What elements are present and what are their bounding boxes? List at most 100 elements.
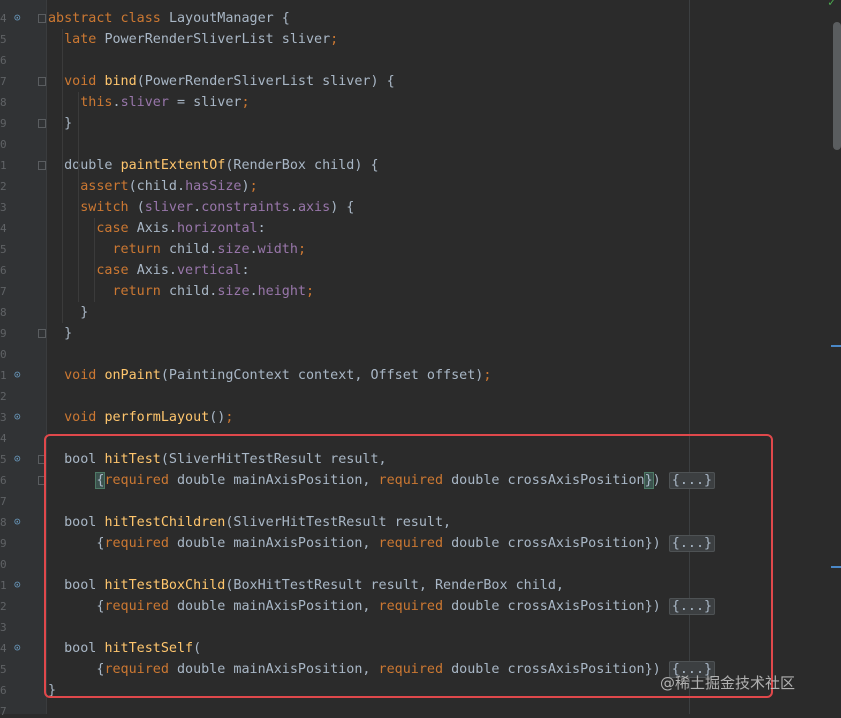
- line-number: 6: [0, 54, 7, 67]
- code-token: size: [217, 284, 250, 299]
- code-line[interactable]: double paintExtentOf(RenderBox child) {: [48, 155, 378, 176]
- indent-guide: [78, 92, 79, 302]
- line-number: 6: [0, 684, 7, 697]
- editor-gutter: 4 ⊙ 5 6 7 8 9 0 1 2 3 4 5 6 7 8 9 0 1 ⊙ 2 3 ⊙ 4 5 ⊙ 6 7 8 ⊙ 9 0 1 ⊙ 2 3 4 ⊙ 5 6…: [0, 0, 47, 718]
- code-line[interactable]: return child.size.height;: [48, 281, 315, 302]
- code-token: horizontal: [177, 221, 258, 236]
- line-number: 5: [0, 453, 7, 466]
- code-token: }: [48, 116, 73, 131]
- line-number: 4: [0, 642, 7, 655]
- code-line[interactable]: assert(child.hasSize);: [48, 176, 258, 197]
- fold-marker-icon[interactable]: [38, 161, 46, 170]
- code-line[interactable]: return child.size.width;: [48, 239, 307, 260]
- code-line[interactable]: abstract class LayoutManager {: [48, 8, 290, 29]
- code-token: case: [96, 221, 137, 236]
- code-token: child.: [168, 242, 218, 257]
- override-icon[interactable]: ⊙: [14, 579, 26, 591]
- scroll-marker[interactable]: [831, 345, 841, 347]
- code-token: double: [64, 158, 121, 173]
- code-token: .: [289, 200, 298, 215]
- code-token: width: [257, 242, 298, 257]
- code-token: ;: [297, 242, 306, 257]
- line-number: 4: [0, 12, 7, 25]
- code-token: axis: [297, 200, 331, 215]
- line-number: 2: [0, 600, 7, 613]
- line-number: 3: [0, 201, 7, 214]
- code-token: abstract class: [48, 11, 169, 26]
- indent-guide: [94, 218, 95, 302]
- code-token: ;: [249, 179, 258, 194]
- code-token: }: [48, 305, 89, 320]
- code-token: ;: [483, 368, 492, 383]
- line-number: 5: [0, 663, 7, 676]
- override-icon[interactable]: ⊙: [14, 453, 26, 465]
- line-number: 4: [0, 432, 7, 445]
- code-line[interactable]: }: [48, 113, 72, 134]
- code-token: case: [96, 263, 137, 278]
- code-line[interactable]: void onPaint(PaintingContext context, Of…: [48, 365, 491, 386]
- implement-icon[interactable]: ⊙: [14, 411, 26, 423]
- line-number: 6: [0, 474, 7, 487]
- code-token: .: [193, 200, 202, 215]
- code-token: (): [209, 410, 226, 425]
- fold-marker-icon[interactable]: [38, 329, 46, 338]
- no-errors-check-icon[interactable]: ✓: [828, 0, 835, 9]
- line-number: 6: [0, 264, 7, 277]
- code-token: (PaintingContext context, Offset offset): [160, 368, 484, 383]
- code-line[interactable]: case Axis.horizontal:: [48, 218, 265, 239]
- line-number: 9: [0, 327, 7, 340]
- code-line[interactable]: }: [48, 323, 72, 344]
- code-token: bind: [104, 74, 137, 89]
- fold-marker-icon[interactable]: [38, 77, 46, 86]
- fold-marker-icon[interactable]: [38, 14, 46, 23]
- code-token: (child.: [128, 179, 186, 194]
- code-token: paintExtentOf: [120, 158, 226, 173]
- line-number: 8: [0, 96, 7, 109]
- code-token: LayoutManager {: [168, 11, 290, 26]
- override-icon[interactable]: ⊙: [14, 12, 26, 24]
- line-number: 7: [0, 495, 7, 508]
- code-line[interactable]: void bind(PowerRenderSliverList sliver) …: [48, 71, 395, 92]
- code-token: assert: [80, 179, 129, 194]
- implement-icon[interactable]: ⊙: [14, 516, 26, 528]
- line-number: 5: [0, 33, 7, 46]
- code-token: void: [64, 74, 105, 89]
- indent-guide: [62, 29, 63, 323]
- line-number: 8: [0, 306, 7, 319]
- watermark-text: @稀土掘金技术社区: [660, 674, 796, 692]
- code-token: .: [249, 284, 258, 299]
- code-token: void: [64, 410, 105, 425]
- line-number: 0: [0, 558, 7, 571]
- code-line[interactable]: }: [48, 302, 88, 323]
- line-number: 7: [0, 285, 7, 298]
- line-number: 2: [0, 180, 7, 193]
- code-token: ): [241, 179, 250, 194]
- code-token: this: [80, 95, 113, 110]
- code-token: switch: [80, 200, 137, 215]
- code-token: ;: [241, 95, 250, 110]
- code-token: constraints: [201, 200, 290, 215]
- implement-icon[interactable]: ⊙: [14, 642, 26, 654]
- line-number: 0: [0, 348, 7, 361]
- implement-icon[interactable]: ⊙: [14, 369, 26, 381]
- vertical-scrollbar[interactable]: [833, 22, 841, 150]
- line-number: 0: [0, 138, 7, 151]
- scroll-marker[interactable]: [831, 566, 841, 568]
- line-number: 7: [0, 705, 7, 718]
- line-number: 7: [0, 75, 7, 88]
- fold-marker-icon[interactable]: [38, 119, 46, 128]
- code-line[interactable]: switch (sliver.constraints.axis) {: [48, 197, 354, 218]
- code-token: height: [257, 284, 306, 299]
- code-line[interactable]: void performLayout();: [48, 407, 233, 428]
- line-number: 9: [0, 117, 7, 130]
- code-line[interactable]: late PowerRenderSliverList sliver;: [48, 29, 338, 50]
- line-number: 1: [0, 579, 7, 592]
